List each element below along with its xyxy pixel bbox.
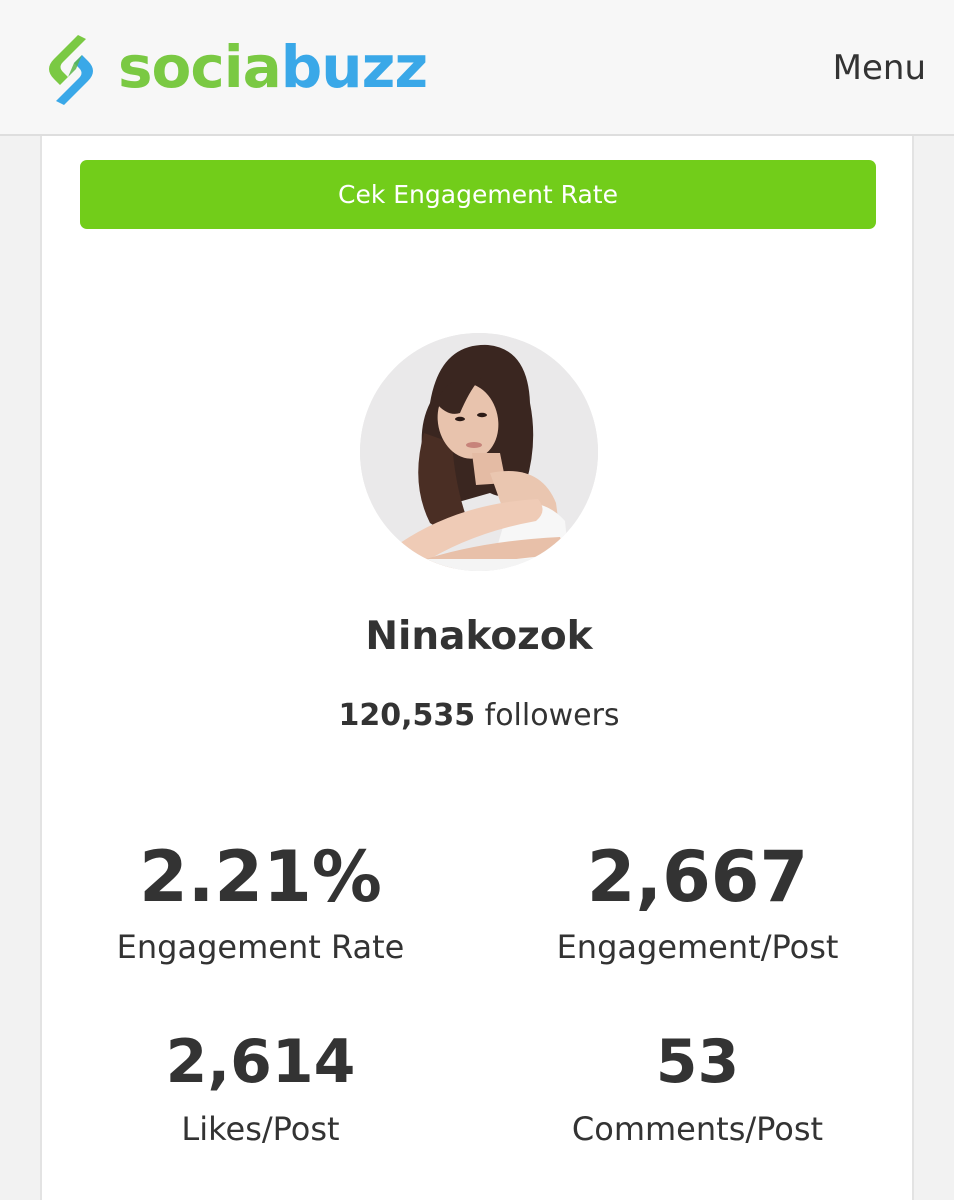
profile-photo-icon bbox=[360, 333, 598, 571]
stat-likes-per-post: 2,614 Likes/Post bbox=[42, 1032, 479, 1148]
username: Ninakozok bbox=[365, 614, 593, 659]
stat-value: 53 bbox=[655, 1027, 740, 1097]
sociabuzz-logo-icon bbox=[49, 35, 93, 105]
stat-label: Engagement Rate bbox=[116, 928, 405, 966]
logo-wordmark: sociabuzz bbox=[118, 38, 428, 96]
followers-label: followers bbox=[484, 698, 620, 733]
stat-label: Comments/Post bbox=[571, 1110, 824, 1148]
menu-button[interactable]: Menu bbox=[833, 48, 926, 88]
stat-value: 2.21% bbox=[139, 836, 382, 918]
top-header: sociabuzz Menu bbox=[0, 0, 954, 136]
stat-engagement-per-post: 2,667 Engagement/Post bbox=[479, 842, 916, 966]
stat-label: Likes/Post bbox=[181, 1110, 340, 1148]
logo-text-buzz: buzz bbox=[280, 33, 428, 101]
sociabuzz-logo[interactable]: sociabuzz bbox=[38, 28, 428, 112]
stat-value: 2,667 bbox=[586, 836, 809, 918]
followers-line: 120,535 followers bbox=[42, 698, 916, 733]
cek-engagement-rate-button[interactable]: Cek Engagement Rate bbox=[80, 160, 876, 229]
logo-text-socia: socia bbox=[118, 33, 282, 101]
stat-comments-per-post: 53 Comments/Post bbox=[479, 1032, 916, 1148]
stat-value: 2,614 bbox=[165, 1027, 356, 1097]
stat-engagement-rate: 2.21% Engagement Rate bbox=[42, 842, 479, 966]
followers-count: 120,535 bbox=[338, 698, 476, 733]
avatar bbox=[360, 333, 598, 571]
result-card: Cek Engagement Rate Ninakozok 120,535 fo… bbox=[40, 136, 914, 1200]
stat-label: Engagement/Post bbox=[556, 928, 839, 966]
